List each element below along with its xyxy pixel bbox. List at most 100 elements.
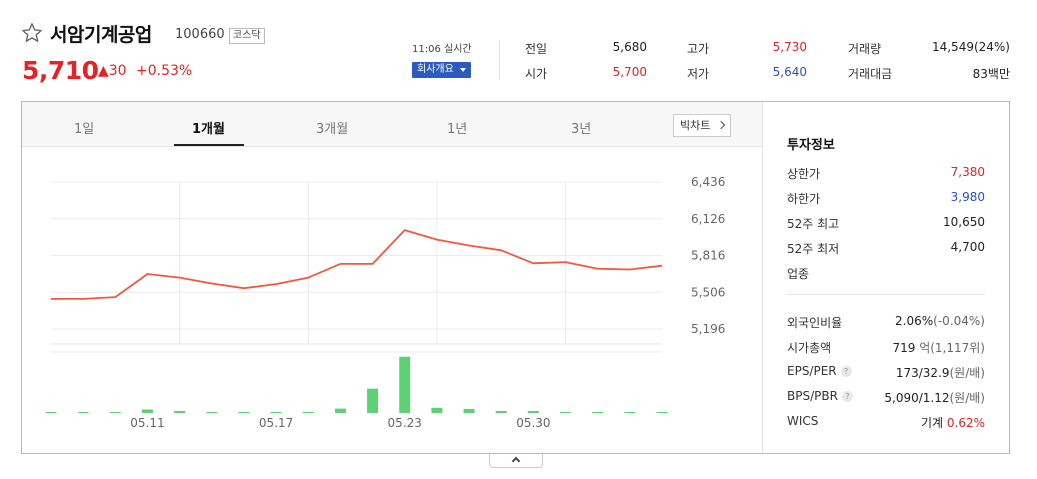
volume-bar — [109, 412, 121, 413]
quote-value: 5,730 — [772, 40, 807, 54]
info-row: 52주 최저 4,700 — [787, 240, 985, 256]
wics-value: 기계 — [920, 416, 944, 430]
volume-bar — [399, 356, 411, 413]
info-label: 52주 최고 — [787, 217, 840, 231]
y-tick-label: 5,196 — [691, 322, 725, 336]
info-sub: (원/배) — [949, 366, 986, 380]
info-row: 52주 최고 10,650 — [787, 215, 985, 231]
x-tick-label: 05.30 — [516, 416, 550, 430]
panel-divider — [762, 102, 763, 453]
x-tick-label: 05.11 — [130, 416, 164, 430]
info-label: BPS/PBR — [787, 389, 838, 403]
price-chart: 6,436 6,126 5,816 5,506 5,196 05.11 05.17 05.23… — [45, 175, 725, 430]
caret-down-icon — [460, 68, 466, 72]
quote-label: 시가 — [525, 67, 548, 81]
volume-bar — [270, 412, 282, 413]
y-tick-label: 6,436 — [691, 175, 725, 189]
info-label: 시가총액 — [787, 341, 832, 355]
volume-bar — [174, 410, 186, 413]
info-label: EPS/PER — [787, 364, 837, 378]
info-separator — [787, 294, 985, 295]
info-row: BPS/PBR? 5,090/1.12(원/배) — [787, 389, 985, 405]
info-value: 719 — [892, 341, 916, 355]
stock-code: 100660 — [175, 27, 225, 42]
company-overview-button[interactable]: 회사개요 — [412, 62, 471, 78]
info-row: 업종 — [787, 265, 985, 281]
chevron-up-icon — [511, 456, 521, 466]
info-sub: (원/배) — [949, 391, 986, 405]
volume-bar — [141, 409, 153, 413]
volume-bar — [592, 412, 604, 413]
quote-value: 5,640 — [772, 65, 807, 79]
info-sub: (-0.04%) — [933, 314, 985, 328]
volume-bar — [656, 412, 668, 413]
wics-pct: 0.62% — [946, 416, 985, 430]
volume-bar — [527, 410, 539, 413]
collapse-button[interactable] — [489, 454, 543, 468]
company-overview-label: 회사개요 — [417, 64, 454, 75]
header-divider — [499, 40, 500, 80]
invest-info-title: 투자정보 — [787, 138, 835, 153]
stock-name: 서암기계공업 — [50, 24, 152, 46]
quote-value: 5,680 — [612, 40, 647, 54]
info-row: 시가총액 719 억(1,117위) — [787, 339, 985, 355]
big-chart-button[interactable]: 빅차트 — [673, 114, 731, 137]
help-icon[interactable]: ? — [841, 391, 853, 402]
y-tick-label: 6,126 — [691, 212, 725, 226]
x-tick-label: 05.23 — [388, 416, 422, 430]
info-value: 2.06% — [895, 314, 934, 328]
volume-bar — [495, 410, 507, 413]
chevron-right-icon — [716, 120, 726, 130]
star-icon[interactable] — [21, 22, 43, 44]
quote-label: 거래량 — [848, 42, 882, 56]
info-sub: 억(1,117위) — [919, 341, 985, 355]
info-value: 5,090/1.12 — [884, 391, 950, 405]
tab-1y[interactable]: 1년 — [447, 118, 467, 137]
volume-bar — [45, 412, 57, 413]
info-label: 52주 최저 — [787, 242, 840, 256]
chart-panel: 1일 1개월 3개월 1년 3년 빅차트 6,436 6,126 5,816 5,50… — [21, 101, 1010, 454]
info-value: 10,650 — [943, 215, 985, 229]
tab-3y[interactable]: 3년 — [571, 118, 591, 137]
quote-label: 고가 — [687, 42, 710, 56]
active-tab-indicator — [174, 144, 244, 146]
y-tick-label: 5,506 — [691, 285, 725, 299]
quote-value: 5,700 — [612, 65, 647, 79]
volume-bar — [624, 412, 636, 413]
market-badge: 코스닥 — [229, 28, 265, 44]
volume-bar — [431, 407, 443, 413]
quote-value: 14,549(24%) — [931, 40, 1010, 54]
volume-bar — [334, 408, 346, 413]
current-price: 5,710 — [22, 56, 99, 85]
period-tabs: 1일 1개월 3개월 1년 3년 빅차트 — [22, 102, 762, 147]
tab-1d[interactable]: 1일 — [74, 118, 94, 137]
tab-3m[interactable]: 3개월 — [316, 118, 348, 137]
volume-bar — [238, 412, 250, 413]
tab-1m[interactable]: 1개월 — [192, 118, 225, 137]
y-tick-label: 5,816 — [691, 249, 725, 263]
volume-bar — [206, 412, 218, 413]
volume-bar — [560, 412, 572, 413]
x-tick-label: 05.17 — [259, 416, 293, 430]
info-label: 외국인비율 — [787, 316, 843, 330]
info-label: 하한가 — [787, 192, 821, 206]
info-row: 상한가 7,380 — [787, 165, 985, 181]
quote-value: 83백만 — [972, 67, 1010, 81]
stock-header: 서암기계공업 100660 코스닥 5,710 ▲30 +0.53% 11:06… — [0, 0, 1037, 100]
info-label: 업종 — [787, 267, 810, 281]
quote-label: 전일 — [525, 42, 548, 56]
info-row: 하한가 3,980 — [787, 190, 985, 206]
volume-bar — [367, 388, 379, 413]
info-value: 7,380 — [950, 165, 985, 179]
volume-bar — [302, 412, 314, 413]
info-value: 173/32.9 — [895, 366, 950, 380]
help-icon[interactable]: ? — [840, 366, 852, 377]
price-change: ▲30 — [98, 63, 127, 79]
info-row: 외국인비율 2.06%(-0.04%) — [787, 314, 985, 330]
price-line — [51, 229, 663, 300]
volume-bar — [463, 408, 475, 413]
big-chart-label: 빅차트 — [680, 119, 711, 132]
price-change-pct: +0.53% — [136, 63, 193, 79]
realtime-label: 11:06 실시간 — [412, 44, 472, 55]
quote-label: 거래대금 — [848, 67, 893, 81]
